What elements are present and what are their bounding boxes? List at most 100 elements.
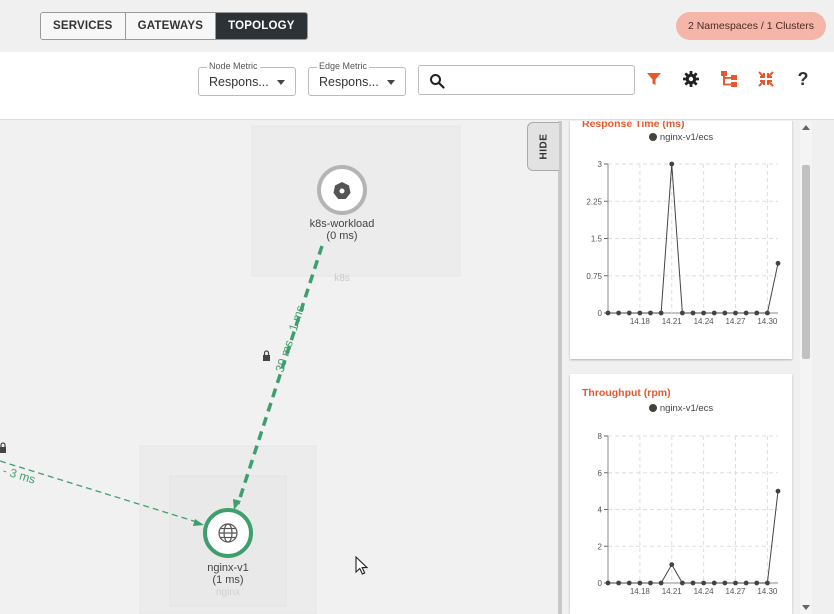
data-point	[690, 580, 696, 586]
y-tick-label: 2.25	[586, 197, 602, 206]
hide-label: HIDE	[538, 133, 549, 160]
scroll-down-icon[interactable]	[802, 605, 810, 610]
topology-graph: 30 ms - 1 ms - 3 ms k8s nginx	[0, 125, 461, 614]
edge-label-k8s-nginx: 30 ms - 1 ms	[273, 304, 308, 374]
collapse-icon	[758, 71, 774, 87]
chevron-down-icon	[277, 80, 285, 85]
settings-button[interactable]	[680, 68, 702, 90]
data-point	[637, 580, 643, 586]
filter-button[interactable]	[643, 68, 665, 90]
y-tick-label: 3	[598, 160, 603, 169]
x-tick-label: 14.24	[694, 587, 715, 596]
node-nginx-v1[interactable]	[203, 508, 253, 558]
data-point	[701, 310, 707, 316]
tab-topology[interactable]: TOPOLOGY	[216, 13, 307, 39]
node-metric-select[interactable]: Node Metric Respons...	[198, 61, 296, 96]
data-point	[648, 580, 653, 586]
x-tick-label: 14.30	[757, 587, 778, 596]
help-icon[interactable]: ?	[792, 68, 814, 90]
data-point	[605, 580, 611, 586]
chart-legend: nginx-v1/ecs	[570, 403, 792, 414]
y-tick-label: 8	[598, 432, 603, 441]
data-point	[711, 580, 717, 586]
data-point	[775, 260, 781, 266]
data-point	[743, 580, 749, 586]
scrollbar-thumb[interactable]	[802, 165, 810, 359]
hide-panel-button[interactable]: HIDE	[527, 122, 559, 171]
edge-metric-value: Respons...	[319, 75, 379, 89]
tab-services[interactable]: SERVICES	[41, 13, 126, 39]
node-name: k8s-workload	[309, 218, 375, 230]
throughput-card: Throughput (rpm) nginx-v1/ecs 0 2 4 6 8 14.18…	[570, 374, 792, 614]
lock-icon	[263, 350, 270, 361]
topology-canvas[interactable]: 30 ms - 1 ms - 3 ms k8s nginx k8s-worklo…	[0, 121, 561, 614]
node-metric-legend: Node Metric	[207, 61, 260, 71]
mouse-cursor-icon	[355, 556, 369, 575]
legend-series: nginx-v1/ecs	[659, 403, 714, 414]
tab-gateways[interactable]: GATEWAYS	[125, 13, 217, 39]
node-metric: (0 ms)	[326, 230, 358, 242]
x-tick-label: 14.18	[630, 317, 651, 326]
legend-dot-icon	[648, 404, 657, 412]
node-name: nginx-v1	[207, 562, 249, 574]
data-point	[754, 310, 760, 316]
y-tick-label: 1.5	[591, 235, 603, 244]
edge-metric-select[interactable]: Edge Metric Respons...	[308, 61, 406, 96]
hierarchy-icon	[721, 71, 737, 87]
chevron-down-icon	[387, 80, 395, 85]
data-point	[658, 310, 664, 316]
data-point	[616, 310, 622, 316]
search-icon	[430, 74, 445, 89]
node-metric-value: Respons...	[209, 75, 269, 89]
group-label-k8s: k8s	[334, 273, 350, 284]
collapse-button[interactable]	[755, 68, 777, 90]
chart-title: Throughput (rpm)	[582, 387, 671, 399]
scroll-up-icon[interactable]	[802, 125, 810, 130]
data-point	[775, 488, 781, 494]
y-tick-label: 6	[598, 469, 603, 478]
edge-label-external: - 3 ms	[1, 463, 37, 486]
y-tick-label: 0	[598, 579, 603, 588]
namespace-badge[interactable]: 2 Namespaces / 1 Clusters	[675, 12, 826, 40]
node-k8s-workload[interactable]	[317, 165, 367, 215]
data-point	[669, 562, 675, 568]
data-point	[637, 310, 643, 316]
data-point	[764, 580, 770, 586]
data-point	[711, 310, 717, 316]
chart-legend: nginx-v1/ecs	[570, 132, 792, 143]
metrics-panel: Response Time (ms) nginx-v1/ecs 0 0.75 1.5…	[562, 121, 834, 614]
throughput-chart: 0 2 4 6 8 14.18 14.21 14.24 14.27 14.30	[598, 432, 781, 596]
x-tick-label: 14.30	[757, 317, 778, 326]
data-point	[701, 580, 707, 586]
x-tick-label: 14.27	[725, 317, 746, 326]
data-point	[605, 310, 611, 316]
y-tick-label: 2	[598, 542, 603, 551]
x-tick-label: 14.27	[725, 587, 746, 596]
data-point	[722, 310, 728, 316]
y-tick-label: 4	[598, 506, 603, 515]
legend-series: nginx-v1/ecs	[659, 132, 714, 143]
node-label-k8s-workload: k8s-workload (0 ms)	[292, 218, 392, 242]
data-point	[722, 580, 728, 586]
data-point	[754, 580, 760, 586]
x-tick-label: 14.24	[694, 317, 715, 326]
top-bar: SERVICES GATEWAYS TOPOLOGY 2 Namespaces …	[0, 0, 834, 52]
lock-icon	[0, 442, 6, 453]
panel-scrollbar[interactable]	[800, 121, 812, 614]
data-point	[690, 310, 696, 316]
data-point	[679, 580, 685, 586]
group-label-nginx: nginx	[216, 587, 240, 598]
data-point	[626, 580, 632, 586]
legend-dot-icon	[648, 133, 657, 141]
data-point	[764, 310, 770, 316]
view-switcher: SERVICES GATEWAYS TOPOLOGY	[40, 12, 308, 40]
response-time-card: Response Time (ms) nginx-v1/ecs 0 0.75 1.5…	[570, 121, 792, 359]
gear-icon	[683, 71, 699, 87]
search-input[interactable]	[418, 65, 635, 95]
node-metric: (1 ms)	[212, 574, 244, 586]
series-line	[608, 491, 779, 584]
y-tick-label: 0.75	[586, 272, 602, 281]
layout-button[interactable]	[718, 68, 740, 90]
data-point	[626, 310, 632, 316]
topology-toolbar: Node Metric Respons... Edge Metric Respo…	[0, 52, 834, 120]
